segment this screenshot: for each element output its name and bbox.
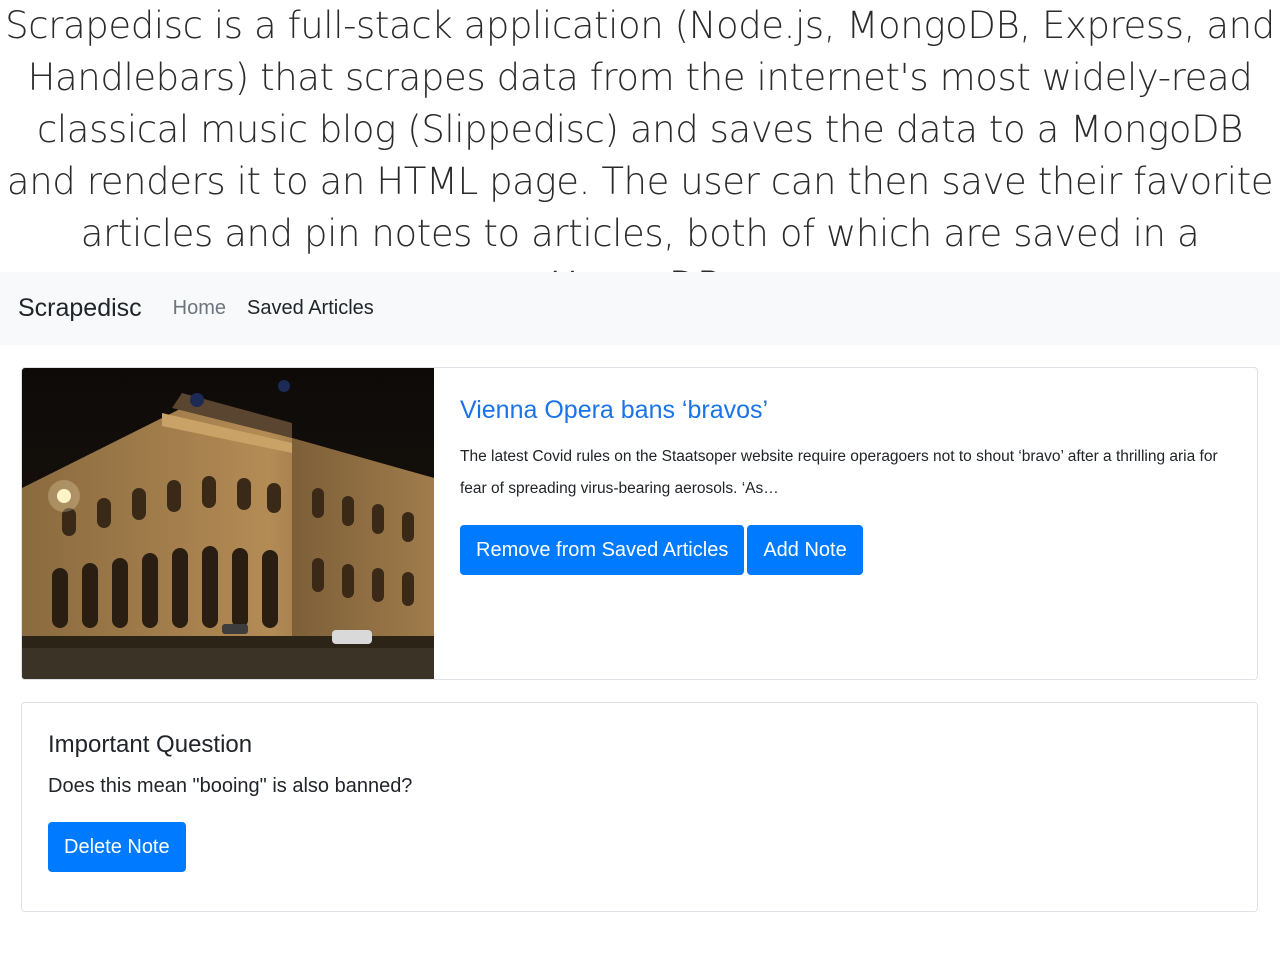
note-body: Does this mean "booing" is also banned? [48, 775, 413, 797]
note-card: Important Question Does this mean "booin… [21, 702, 1258, 912]
article-card: Vienna Opera bans ‘bravos’ The latest Co… [21, 367, 1258, 680]
article-body: Vienna Opera bans ‘bravos’ The latest Co… [434, 368, 1220, 679]
note-title: Important Question [48, 731, 253, 758]
article-summary: The latest Covid rules on the Staatsoper… [460, 448, 1218, 497]
delete-note-button[interactable]: Delete Note [48, 822, 186, 872]
nav-link-home[interactable]: Home [173, 297, 226, 320]
remove-saved-article-button[interactable]: Remove from Saved Articles [460, 525, 745, 575]
navbar-brand[interactable]: Scrapedisc [18, 294, 142, 323]
article-title[interactable]: Vienna Opera bans ‘bravos’ [460, 396, 1220, 425]
navbar: Scrapedisc Home Saved Articles [0, 272, 1280, 345]
add-note-button[interactable]: Add Note [747, 525, 863, 575]
nav-link-saved-articles[interactable]: Saved Articles [247, 297, 374, 320]
description-caption: Scrapedisc is a full-stack application (… [5, 4, 1275, 307]
article-image [22, 368, 434, 679]
